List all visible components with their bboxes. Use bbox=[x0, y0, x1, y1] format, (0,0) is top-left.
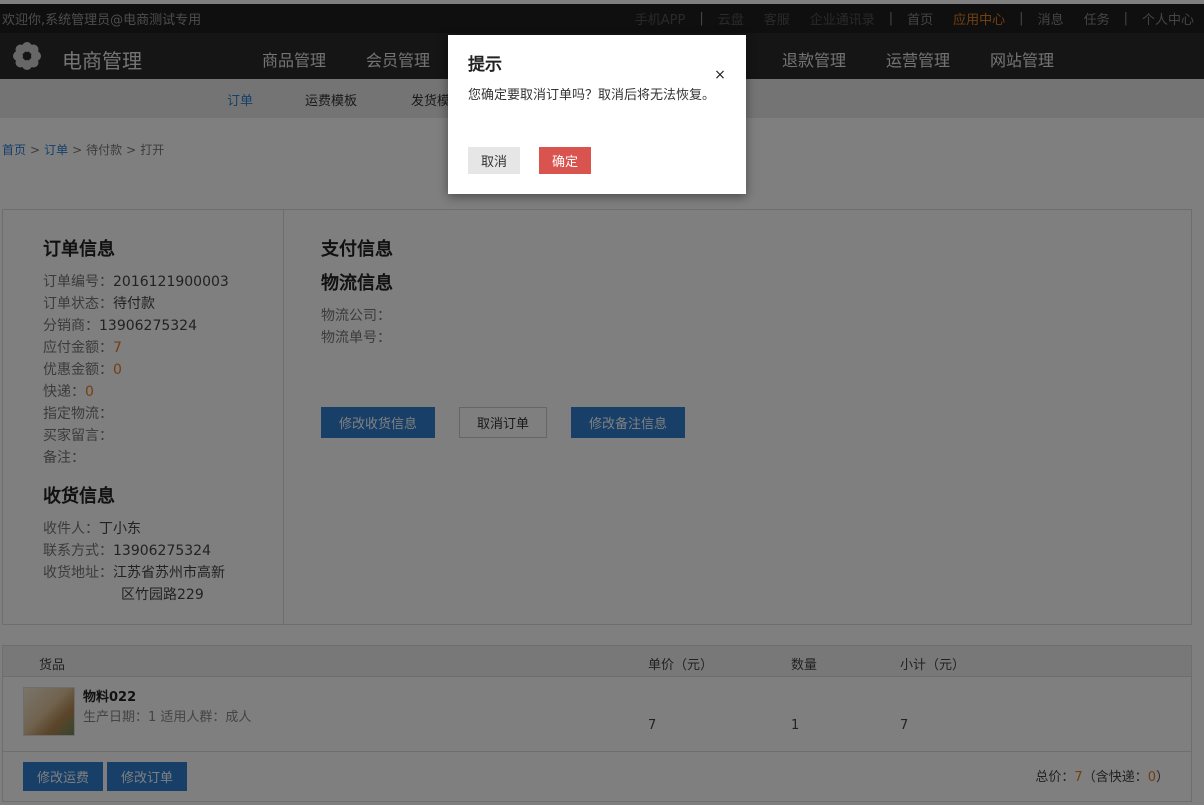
dialog-title: 提示 bbox=[468, 55, 502, 75]
dialog-cancel-button[interactable]: 取消 bbox=[468, 147, 520, 174]
dialog-confirm-button[interactable]: 确定 bbox=[539, 147, 591, 174]
confirm-dialog: 提示 × 您确定要取消订单吗？取消后将无法恢复。 取消 确定 bbox=[448, 35, 746, 194]
dialog-message: 您确定要取消订单吗？取消后将无法恢复。 bbox=[468, 88, 716, 103]
close-icon[interactable]: × bbox=[713, 67, 727, 83]
